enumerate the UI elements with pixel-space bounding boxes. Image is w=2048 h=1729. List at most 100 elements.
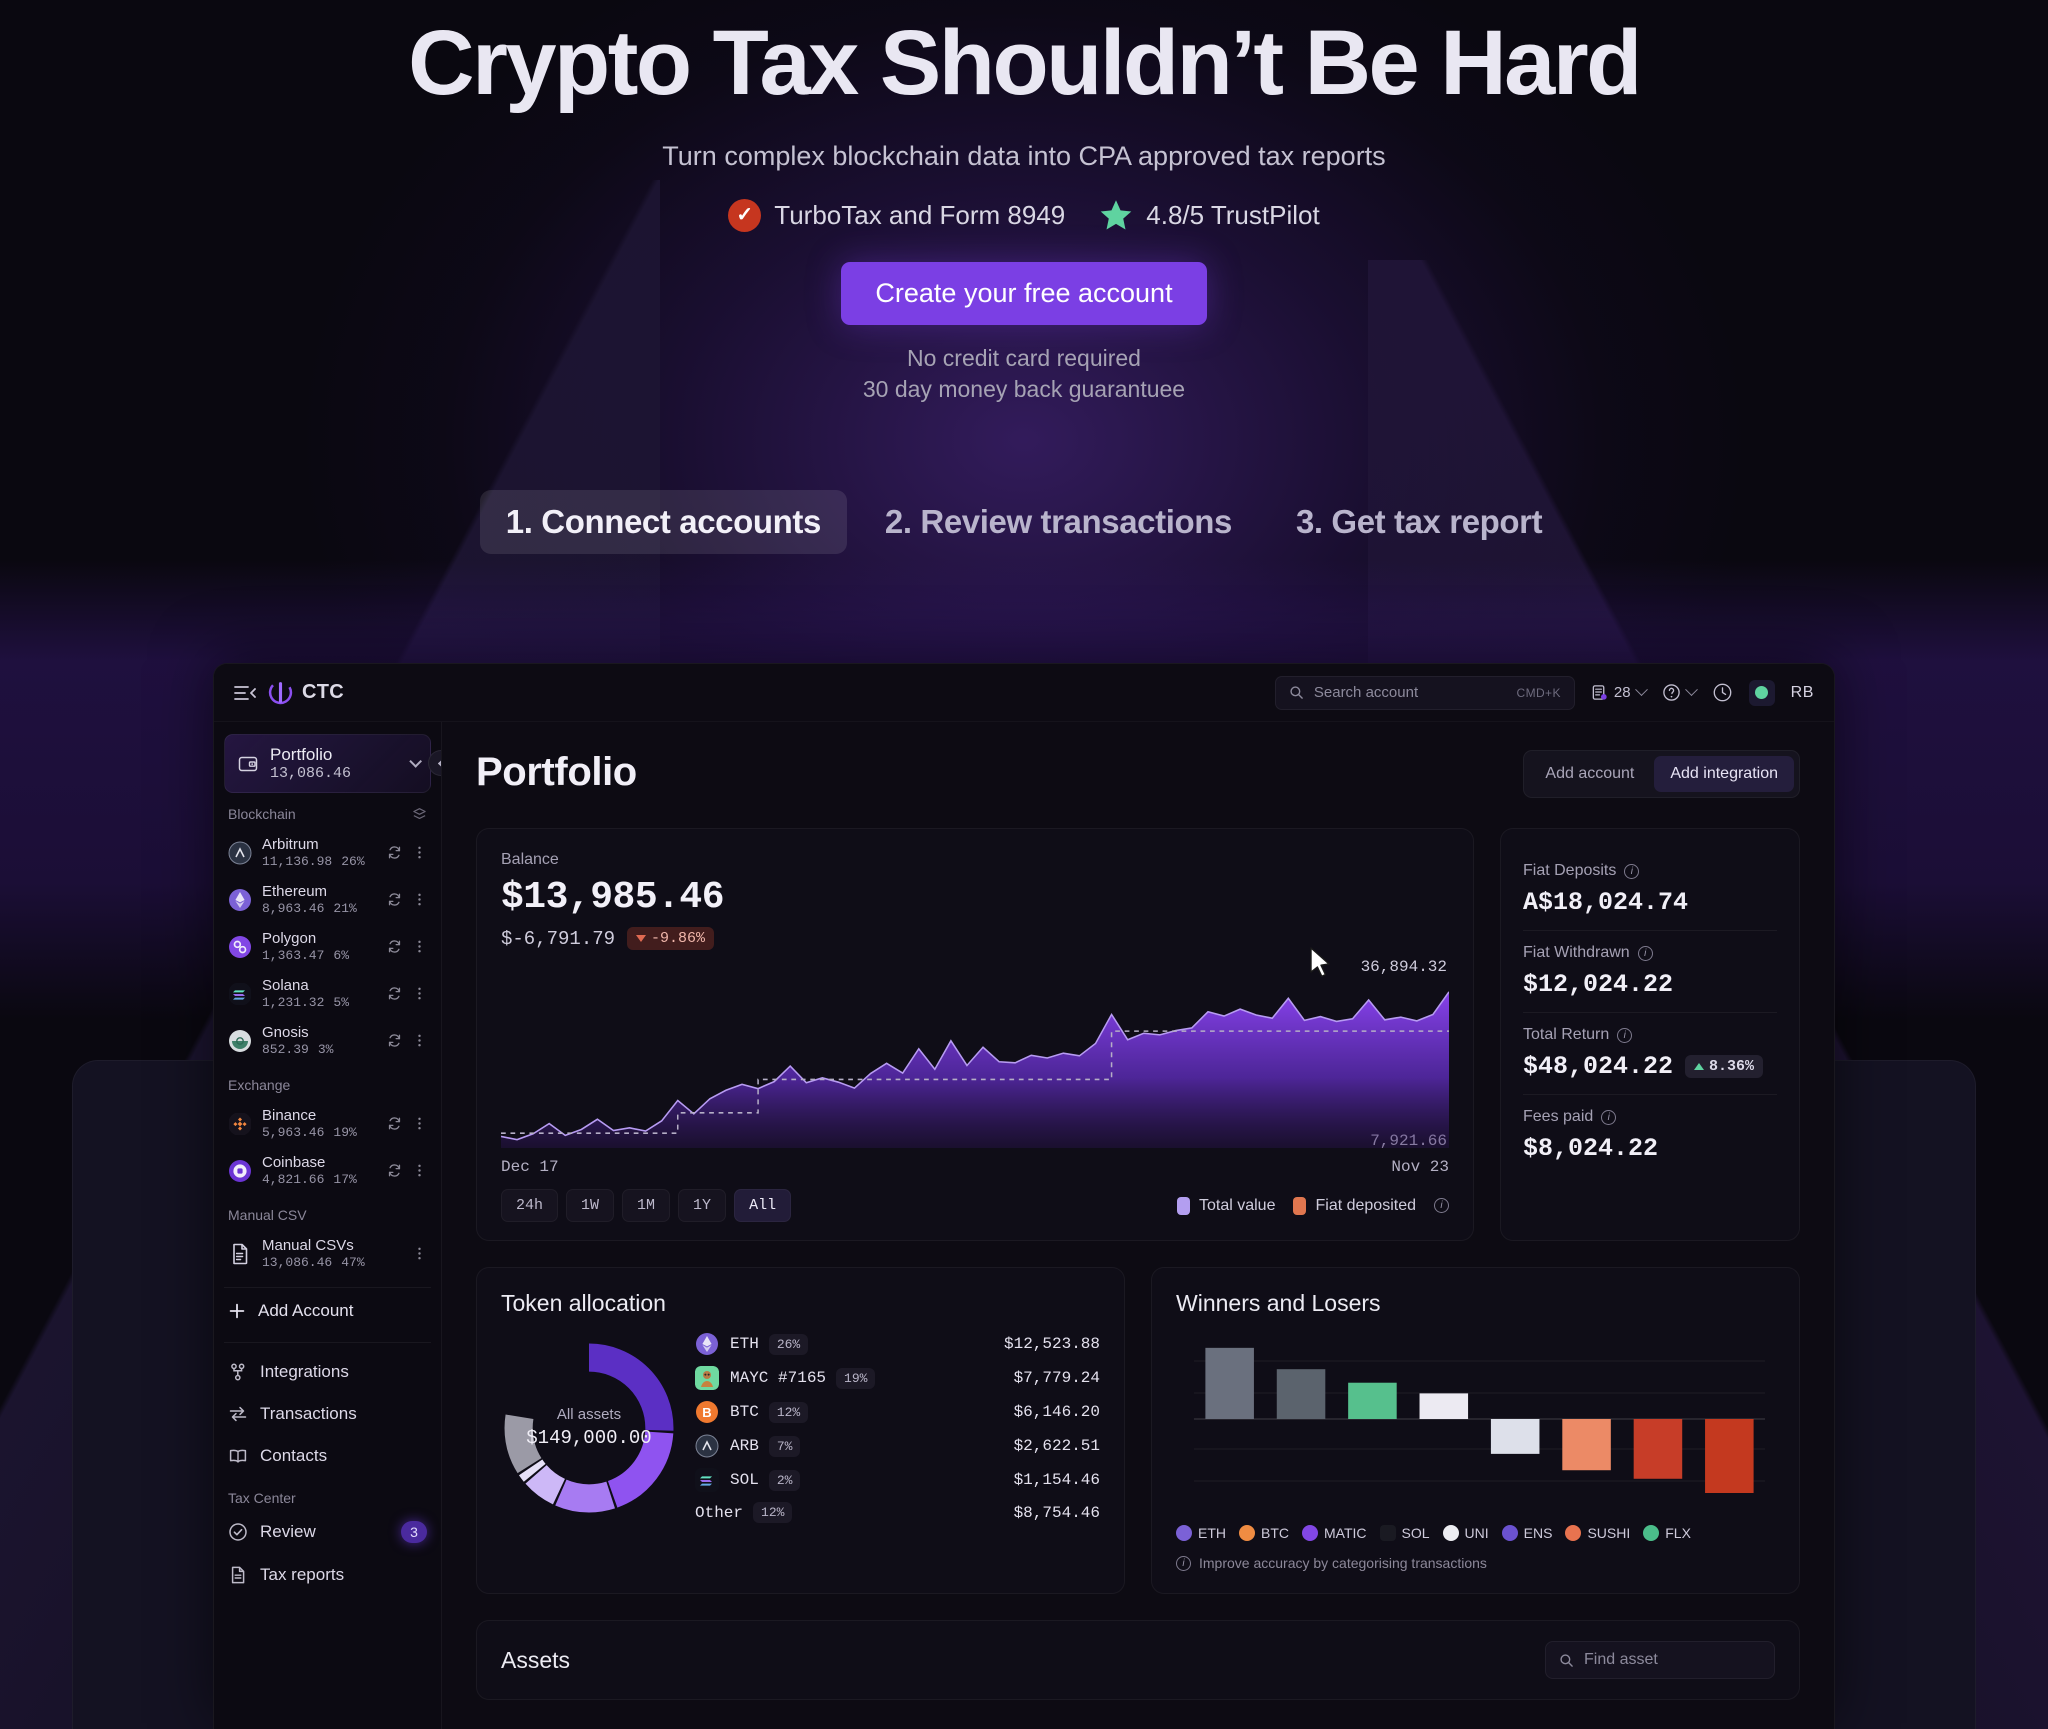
- svg-text:B: B: [702, 1405, 711, 1420]
- list-item[interactable]: MAYC #7165 19% $7,779.24: [695, 1361, 1100, 1395]
- sidebar-item-label: Transactions: [260, 1404, 357, 1424]
- more-options-icon[interactable]: [412, 845, 427, 860]
- sync-icon[interactable]: [387, 939, 402, 954]
- layers-icon[interactable]: [412, 807, 427, 822]
- polygon-icon: [229, 935, 251, 958]
- clock-icon[interactable]: [1712, 682, 1733, 703]
- sidebar-item-solana[interactable]: Solana 1,231.32 5%: [224, 970, 431, 1017]
- bar: [1348, 1382, 1397, 1419]
- sidebar-item-tax-reports[interactable]: Tax reports: [224, 1554, 431, 1596]
- asset-pct: 12%: [753, 1502, 793, 1523]
- status-badge[interactable]: [1748, 679, 1775, 706]
- portfolio-selector[interactable]: Portfolio 13,086.46: [224, 734, 431, 794]
- list-item[interactable]: SOL 2% $1,154.46: [695, 1463, 1100, 1497]
- chart-x-start: Dec 17: [501, 1158, 559, 1176]
- sidebar-item-binance[interactable]: Binance 5,963.46 19%: [224, 1100, 431, 1147]
- token-allocation-body: All assets $149,000.00 ETH 26% $12,523.8…: [501, 1327, 1100, 1528]
- balance-label: Balance: [501, 851, 559, 868]
- account-actions: [387, 845, 427, 860]
- tab-review-transactions[interactable]: 2. Review transactions: [859, 490, 1258, 554]
- bar: [1705, 1419, 1754, 1493]
- allocation-donut-chart: All assets $149,000.00: [501, 1340, 677, 1516]
- info-icon[interactable]: i: [1637, 945, 1653, 961]
- add-integration-button[interactable]: Add integration: [1654, 756, 1794, 792]
- add-account-button[interactable]: Add Account: [224, 1287, 431, 1334]
- tab-get-tax-report[interactable]: 3. Get tax report: [1270, 490, 1568, 554]
- sync-icon[interactable]: [387, 845, 402, 860]
- more-options-icon[interactable]: [412, 1163, 427, 1178]
- hero-subtitle: Turn complex blockchain data into CPA ap…: [662, 141, 1386, 172]
- list-item[interactable]: B BTC 12% $6,146.20: [695, 1395, 1100, 1429]
- sync-icon[interactable]: [387, 986, 402, 1001]
- brand[interactable]: CTC: [268, 680, 344, 705]
- more-options-icon[interactable]: [412, 939, 427, 954]
- account-amount: 13,086.46: [262, 1255, 333, 1271]
- sync-icon[interactable]: [387, 1116, 402, 1131]
- sync-icon[interactable]: [387, 1163, 402, 1178]
- legend-swatch: [1293, 1196, 1307, 1215]
- stat-label: Total Return: [1523, 1026, 1610, 1043]
- range-all[interactable]: All: [734, 1189, 792, 1222]
- legend-label: SUSHI: [1587, 1525, 1631, 1541]
- account-amount: 5,963.46: [262, 1125, 325, 1141]
- sidebar-item-gnosis[interactable]: Gnosis 852.39 3%: [224, 1017, 431, 1064]
- info-icon[interactable]: i: [1176, 1555, 1191, 1571]
- sidebar-item-ethereum[interactable]: Ethereum 8,963.46 21%: [224, 876, 431, 923]
- range-1m[interactable]: 1M: [622, 1189, 671, 1222]
- list-item[interactable]: ETH 26% $12,523.88: [695, 1327, 1100, 1361]
- hamburger-icon[interactable]: [234, 685, 256, 701]
- sidebar-item-transactions[interactable]: Transactions: [224, 1393, 431, 1435]
- avatar[interactable]: RB: [1791, 684, 1814, 702]
- more-options-icon[interactable]: [412, 986, 427, 1001]
- stat-label: Fiat Withdrawn: [1523, 944, 1630, 961]
- sync-icon[interactable]: [387, 1033, 402, 1048]
- balance-card: Balance $13,985.46 $-6,791.79 -9.86% 36,…: [476, 828, 1474, 1241]
- sync-icon[interactable]: [387, 892, 402, 907]
- sidebar-item-arbitrum[interactable]: Arbitrum 11,136.98 26%: [224, 829, 431, 876]
- sidebar-item-contacts[interactable]: Contacts: [224, 1435, 431, 1477]
- winners-losers-legend: ETH BTC MATIC SOL UNI ENS SUSHI FLX: [1176, 1525, 1775, 1541]
- search-input[interactable]: Search account CMD+K: [1274, 675, 1575, 710]
- sidebar-item-label: Integrations: [260, 1362, 349, 1382]
- more-options-icon[interactable]: [412, 1033, 427, 1048]
- more-options-icon[interactable]: [412, 1246, 427, 1261]
- tab-connect-accounts[interactable]: 1. Connect accounts: [479, 489, 847, 554]
- wallet-icon: [238, 756, 258, 771]
- cta-note: No credit card required 30 day money bac…: [0, 343, 2048, 406]
- triangle-down-icon: [636, 935, 647, 942]
- account-actions: [412, 1246, 427, 1261]
- search-shortcut: CMD+K: [1516, 685, 1561, 700]
- info-icon[interactable]: i: [1434, 1198, 1449, 1213]
- info-icon[interactable]: i: [1617, 1027, 1633, 1043]
- list-item[interactable]: Other 12% $8,754.46: [695, 1497, 1100, 1528]
- sidebar-item-manual-csvs[interactable]: Manual CSVs 13,086.46 47%: [224, 1230, 431, 1277]
- account-meta: 1,231.32 5%: [262, 995, 349, 1010]
- range-24h[interactable]: 24h: [501, 1189, 559, 1222]
- range-1w[interactable]: 1W: [566, 1189, 615, 1222]
- help-menu[interactable]: [1662, 683, 1698, 702]
- page-header: Portfolio Add account Add integration: [476, 750, 1800, 798]
- sidebar-item-integrations[interactable]: Integrations: [224, 1351, 431, 1393]
- account-pct: 17%: [333, 1172, 357, 1188]
- find-asset-input[interactable]: Find asset: [1545, 1641, 1775, 1679]
- account-meta: 852.39 3%: [262, 1042, 333, 1057]
- create-account-button[interactable]: Create your free account: [841, 262, 1207, 326]
- list-item[interactable]: ARB 7% $2,622.51: [695, 1429, 1100, 1463]
- account-list: Blockchain Arbitrum 11,136.98 26% Ethere…: [214, 793, 441, 1277]
- sidebar-item-coinbase[interactable]: Coinbase 4,821.66 17%: [224, 1147, 431, 1194]
- sol-icon: [1379, 1525, 1396, 1541]
- account-pct: 26%: [341, 854, 365, 870]
- more-options-icon[interactable]: [412, 892, 427, 907]
- app-top-bar: CTC Search account CMD+K 28 RB: [214, 664, 1834, 722]
- info-icon[interactable]: i: [1601, 1109, 1617, 1125]
- reports-menu[interactable]: 28: [1591, 683, 1648, 701]
- sidebar-item-review[interactable]: Review 3: [224, 1510, 431, 1554]
- account-amount: 4,821.66: [262, 1172, 325, 1188]
- chevron-down-icon: [1634, 683, 1648, 697]
- more-options-icon[interactable]: [412, 1116, 427, 1131]
- asset-pct: 7%: [768, 1435, 801, 1457]
- add-account-button[interactable]: Add account: [1529, 756, 1650, 792]
- info-icon[interactable]: i: [1624, 863, 1640, 879]
- range-1y[interactable]: 1Y: [678, 1189, 727, 1222]
- sidebar-item-polygon[interactable]: Polygon 1,363.47 6%: [224, 923, 431, 970]
